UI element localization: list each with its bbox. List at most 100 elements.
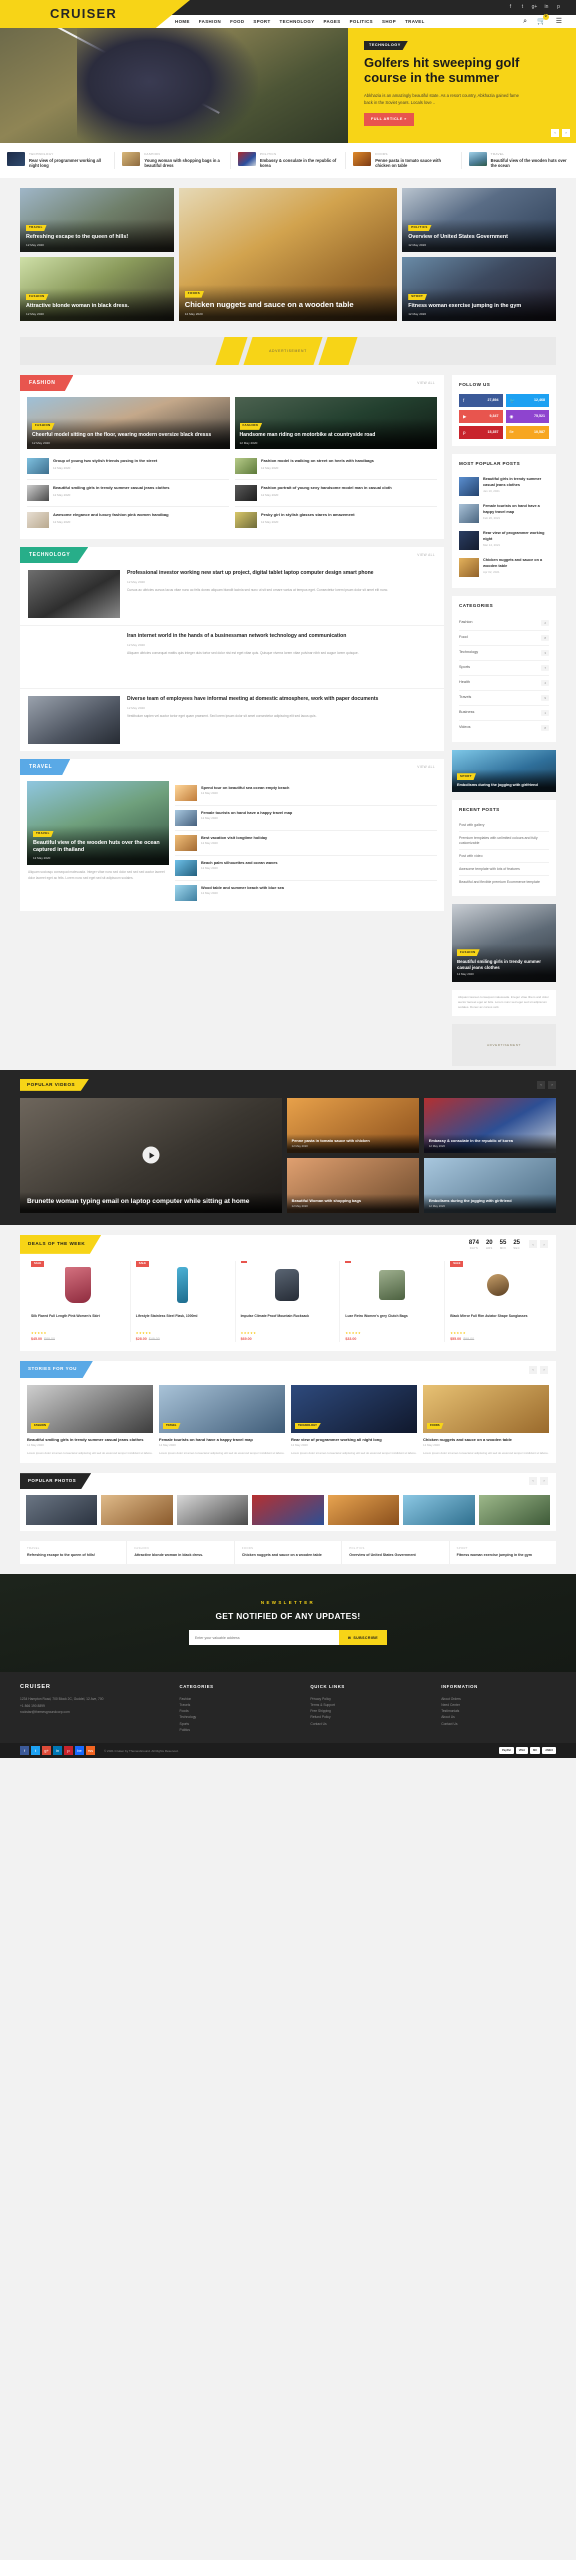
photo-thumb[interactable] [252, 1495, 324, 1526]
googleplus-icon[interactable]: g+ [42, 1746, 51, 1756]
social-behance[interactable]: Be 10,587 [505, 426, 549, 440]
category-row[interactable]: Fashion 2 [459, 616, 549, 631]
footer-link[interactable]: Contact Us [310, 1721, 425, 1727]
category-row[interactable]: Technology 3 [459, 646, 549, 661]
technology-post[interactable]: Diverse team of employees have informal … [20, 689, 444, 751]
video-card[interactable]: Embassy & consulate in the republic of k… [423, 1097, 556, 1153]
story-card[interactable]: TECHNOLOGY Rear view of programmer worki… [291, 1385, 417, 1456]
footer-email[interactable]: rockstar@themesgroundcorp.com [20, 1709, 164, 1715]
travel-featured-card[interactable]: TRAVEL Beautiful view of the wooden huts… [27, 781, 169, 865]
sidebar-featured-card[interactable]: FASHION Beautiful smiling girls in trend… [452, 903, 556, 982]
strip-item[interactable]: TRAVEL Beautiful view of the wooden huts… [462, 151, 576, 169]
strip-item[interactable]: FASHION Young woman with shopping bags i… [115, 151, 231, 170]
social-youtube[interactable]: ▶ 9,347 [459, 410, 503, 424]
bottom-strip-item[interactable]: FASHION Attractive blonde woman in black … [127, 1541, 235, 1564]
sidebar-ad-box[interactable]: ADVERTISEMENT [452, 1023, 556, 1066]
recent-post-link[interactable]: Premium templates with unlimited colours… [459, 832, 549, 851]
category-row[interactable]: Travels 9 [459, 691, 549, 706]
fashion-featured-card[interactable]: FASHION Cheerful model sitting on the fl… [27, 397, 230, 449]
rss-icon[interactable]: rss [86, 1746, 95, 1756]
strip-item[interactable]: POLITICS Embassy & consulate in the repu… [231, 151, 347, 170]
stories-next-arrow[interactable]: › [540, 1365, 548, 1374]
list-item[interactable]: Awesome elegance and luxury fashion pink… [27, 507, 229, 533]
list-item[interactable]: Wood table and summer beach with blue se… [175, 881, 437, 905]
popular-post-item[interactable]: Female tourists on hand have a happy tra… [459, 500, 549, 527]
twitter-icon[interactable]: t [31, 1746, 40, 1756]
nav-item-food[interactable]: FOOD [230, 19, 244, 25]
videos-prev-arrow[interactable]: ‹ [537, 1080, 545, 1089]
photo-thumb[interactable] [101, 1495, 173, 1526]
category-row[interactable]: Sports 7 [459, 661, 549, 676]
video-card[interactable]: Beautiful Woman with shopping bags 12 May… [286, 1157, 419, 1213]
search-icon[interactable]: ⌕ [523, 17, 527, 26]
hero-category-tag[interactable]: TECHNOLOGY [364, 41, 408, 51]
facebook-icon[interactable]: f [507, 4, 514, 11]
featured-card[interactable]: SPORT Fitness woman exercise jumping in … [402, 257, 556, 321]
product-card[interactable]: Luxe Retro Women's grey Clutch Bags ★★★★… [340, 1260, 446, 1343]
featured-card[interactable]: TRAVEL Refreshing escape to the queen of… [20, 188, 174, 252]
recent-post-link[interactable]: Post with gallery [459, 819, 549, 833]
hero-prev-arrow[interactable]: ‹ [551, 129, 559, 137]
featured-card-main[interactable]: FOODS Chicken nuggets and sauce on a woo… [178, 188, 398, 321]
technology-post[interactable]: Iran internet world in the hands of a bu… [20, 626, 444, 689]
photos-next-arrow[interactable]: › [540, 1477, 548, 1486]
technology-post[interactable]: Professional investor working new start … [20, 563, 444, 626]
linkedin-icon[interactable]: in [543, 4, 550, 11]
recent-post-link[interactable]: Awesome template with lots of features [459, 863, 549, 877]
list-item[interactable]: Fashion model is walking on street on he… [235, 453, 437, 480]
nav-item-sport[interactable]: SPORT [253, 19, 270, 25]
behance-icon[interactable]: be [75, 1746, 84, 1756]
social-facebook[interactable]: f 27,894 [459, 394, 503, 408]
video-card[interactable]: Penne pasta in tomato sauce with chicken… [286, 1097, 419, 1153]
story-card[interactable]: FOODS Chicken nuggets and sauce on a woo… [423, 1385, 549, 1456]
nav-item-technology[interactable]: TECHNOLOGY [280, 19, 315, 25]
photo-thumb[interactable] [478, 1495, 550, 1526]
newsletter-email-input[interactable] [188, 1630, 339, 1646]
story-card[interactable]: FASHION Beautiful smiling girls in trend… [27, 1385, 153, 1456]
fashion-view-all-link[interactable]: VIEW ALL [417, 381, 444, 385]
list-item[interactable]: Best vacation visit longtime holiday 12 M… [175, 831, 437, 856]
stories-prev-arrow[interactable]: ‹ [529, 1365, 537, 1374]
featured-card[interactable]: POLITICS Overview of United States Gover… [402, 188, 556, 252]
deals-prev-arrow[interactable]: ‹ [529, 1240, 537, 1249]
play-icon[interactable] [142, 1146, 160, 1164]
story-card[interactable]: TRAVEL Female tourists on hand have a ha… [159, 1385, 285, 1456]
nav-item-shop[interactable]: SHOP [382, 19, 396, 25]
category-row[interactable]: Health 4 [459, 676, 549, 691]
footer-link[interactable]: Politics [180, 1727, 295, 1733]
product-card[interactable]: Impulse Climate Proof Mountain Rucksack … [236, 1260, 341, 1343]
cart-icon[interactable]: 🛒 0 [537, 13, 549, 26]
strip-item[interactable]: TECHNOLOGY Rear view of programmer worki… [0, 151, 116, 170]
videos-next-arrow[interactable]: › [548, 1080, 556, 1089]
list-item[interactable]: Group of young two stylish friends posin… [27, 453, 229, 480]
featured-card[interactable]: FASHION Attractive blonde woman in black… [20, 257, 174, 321]
linkedin-icon[interactable]: in [53, 1746, 62, 1756]
product-card[interactable]: SALE Silk Flared Full Length Pink Women'… [26, 1260, 131, 1343]
footer-link[interactable]: Contact Us [441, 1721, 556, 1727]
recent-post-link[interactable]: Post with video [459, 850, 549, 864]
fashion-featured-card[interactable]: FASHION Handsome man riding on motorbike… [234, 397, 437, 449]
photos-prev-arrow[interactable]: ‹ [529, 1477, 537, 1486]
bottom-strip-item[interactable]: POLITICS Overview of United States Govern… [342, 1541, 450, 1564]
social-pinterest[interactable]: p 15,357 [459, 426, 503, 440]
bottom-strip-item[interactable]: TRAVEL Refreshing escape to the queen of … [20, 1541, 128, 1564]
social-dribbble[interactable]: ◉ 75,521 [505, 410, 549, 424]
photo-thumb[interactable] [403, 1495, 475, 1526]
deals-next-arrow[interactable]: › [540, 1240, 548, 1249]
photo-thumb[interactable] [327, 1495, 400, 1526]
popular-post-item[interactable]: Beautiful girls in trendy summer casual … [459, 473, 549, 500]
product-card[interactable]: SALE Black Mirror Full Rim Aviator Shape… [445, 1260, 550, 1342]
nav-item-home[interactable]: HOME [175, 19, 190, 25]
video-featured[interactable]: Brunette woman typing email on laptop co… [20, 1097, 282, 1213]
popular-post-item[interactable]: Rear view of programmer working night Mar… [459, 527, 549, 554]
social-twitter[interactable]: 🐦 12,468 [505, 394, 549, 408]
hero-next-arrow[interactable]: › [562, 129, 570, 137]
hamburger-icon[interactable]: ☰ [556, 17, 562, 26]
list-item[interactable]: Female tourists on hand have a happy tra… [175, 806, 437, 831]
nav-item-pages[interactable]: PAGES [324, 19, 341, 25]
list-item[interactable]: Beautiful smiling girls in trendy summer… [27, 480, 229, 507]
hero-full-article-button[interactable]: FULL ARTICLE » [364, 113, 414, 127]
bottom-strip-item[interactable]: SPORT Fitness woman exercise jumping in t… [450, 1541, 556, 1564]
photo-thumb[interactable] [26, 1495, 98, 1526]
popular-post-item[interactable]: Chicken nuggets and sauce on a wooden ta… [459, 554, 549, 581]
